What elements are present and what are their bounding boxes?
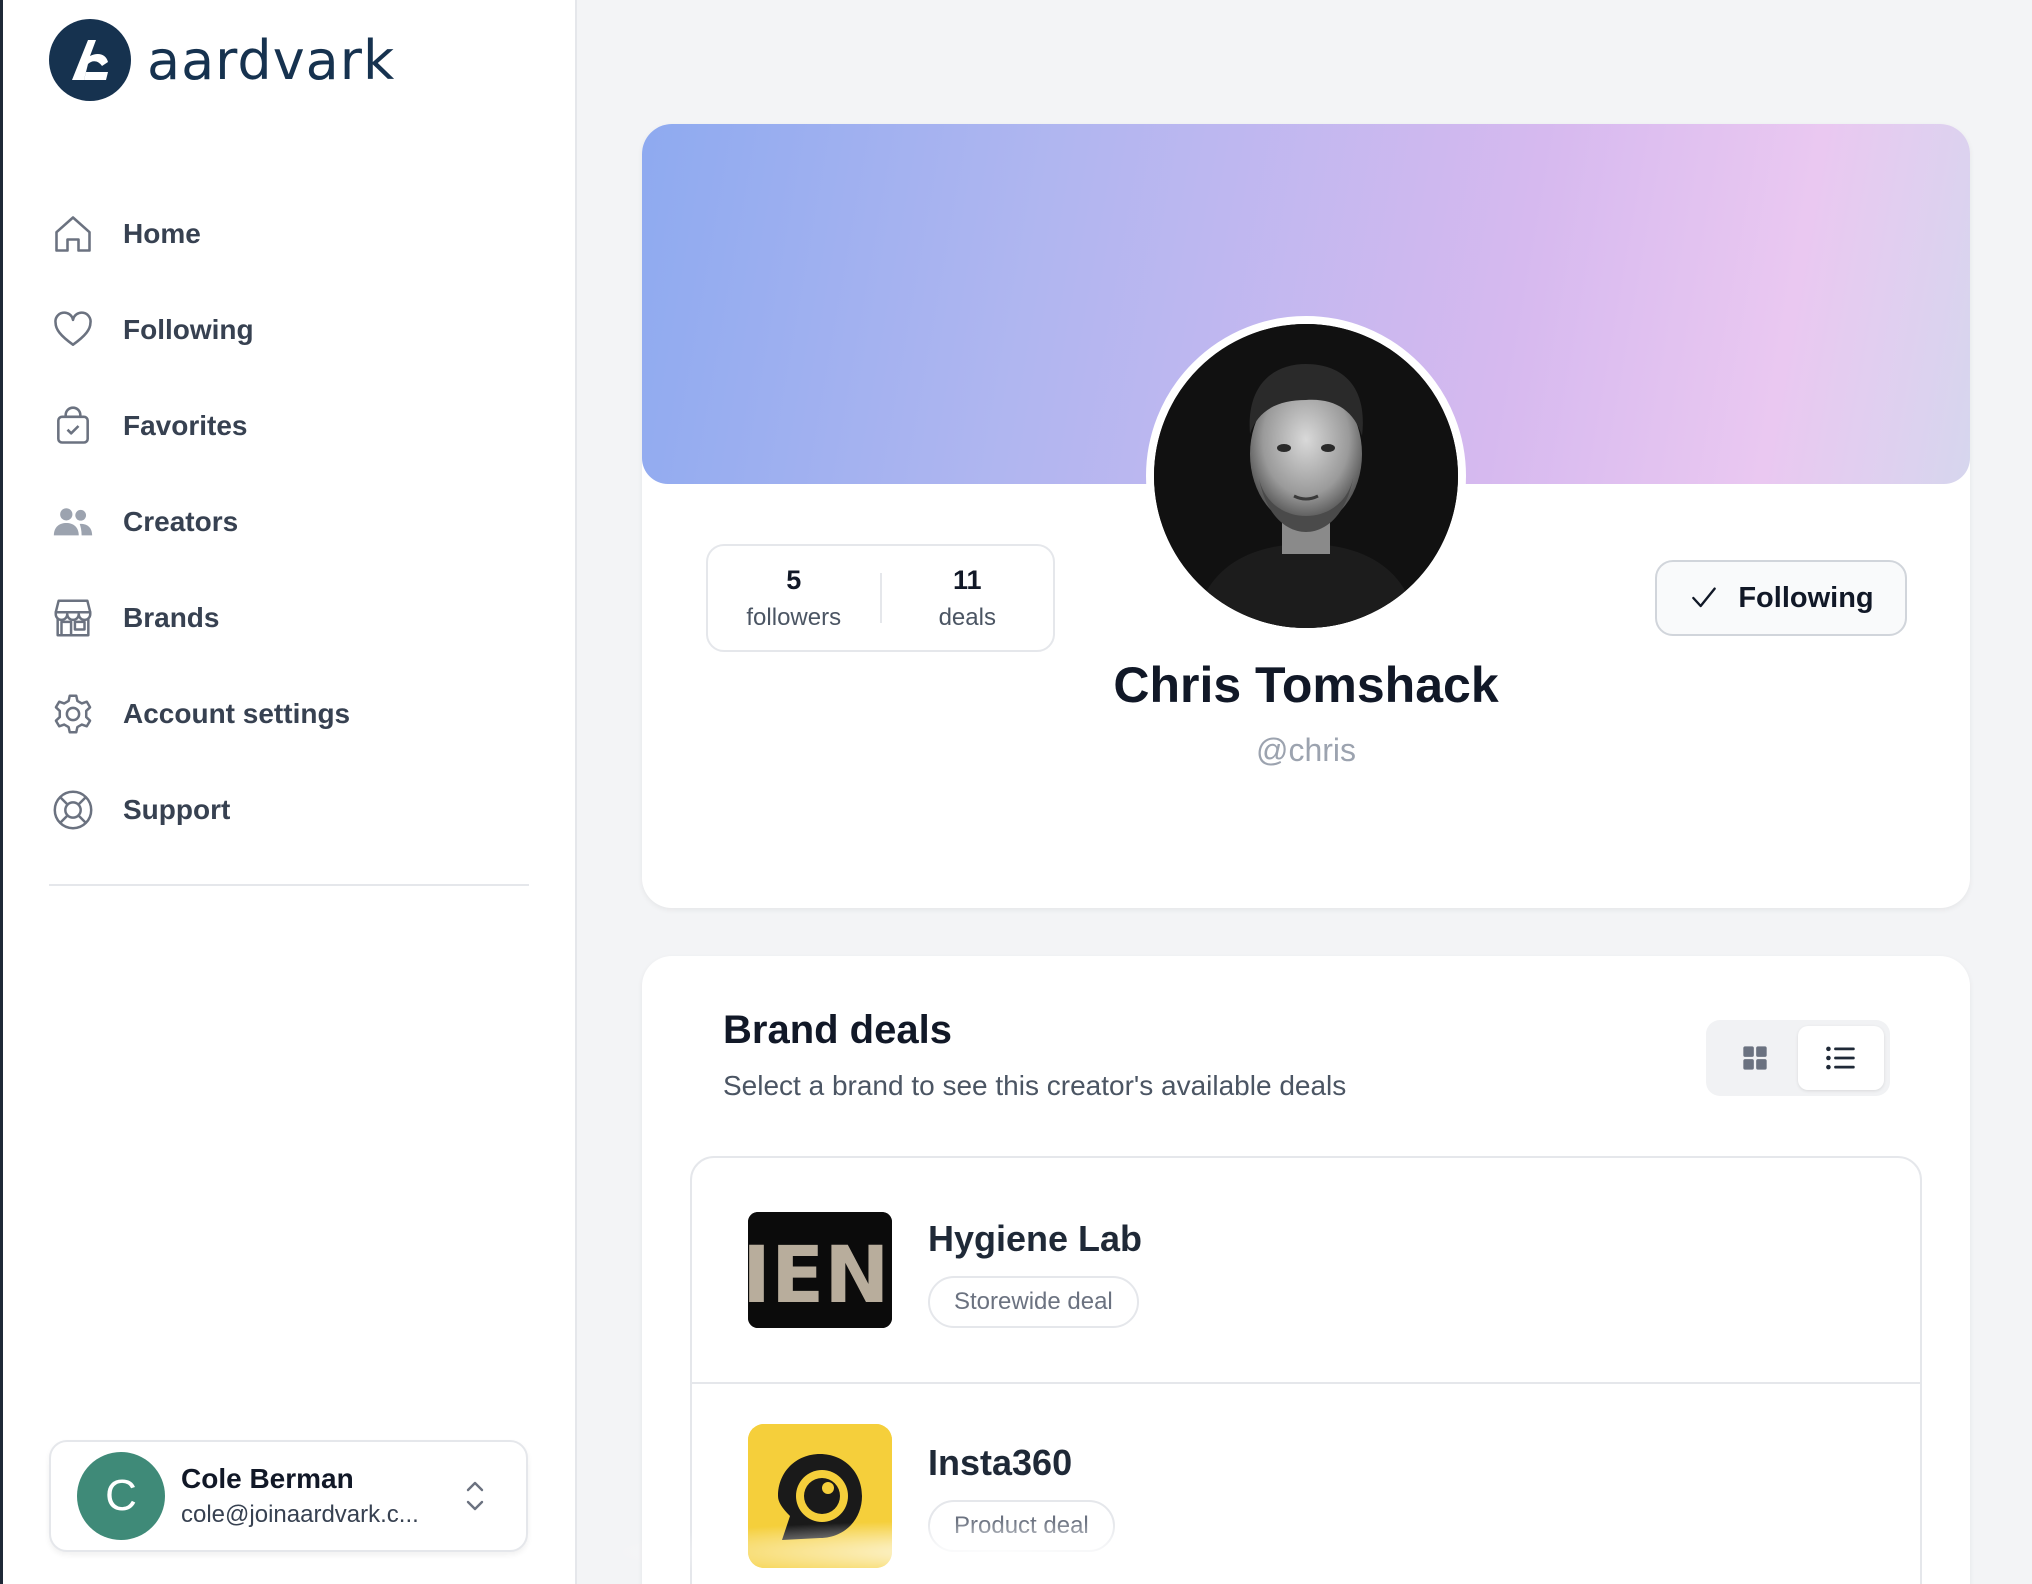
app-logo[interactable]: aardvark [49,19,395,101]
nav-item-account-settings[interactable]: Account settings [49,666,529,762]
home-icon [49,210,97,258]
nav-item-home[interactable]: Home [49,186,529,282]
bag-check-icon [49,402,97,450]
user-email: cole@joinaardvark.c... [181,1501,419,1528]
deals-list: IENE Hygiene Lab Storewide deal Insta360… [690,1156,1922,1584]
profile-handle: @chris [1255,732,1357,768]
profile-stats: 5 followers 11 deals [706,544,1055,652]
nav-label: Favorites [123,410,248,441]
deals-label: deals [938,603,996,631]
brand-logo [748,1424,892,1568]
logo-text: IENE [748,1231,892,1321]
deal-type-badge: Product deal [928,1500,1115,1552]
profile-card: 5 followers 11 deals Chris Tomshack @chr… [642,124,1970,908]
deal-row-insta360[interactable]: Insta360 Product deal [692,1384,1920,1584]
grid-view-button[interactable] [1712,1026,1798,1090]
user-info: Cole Berman cole@joinaardvark.c... [181,1463,441,1529]
nav-item-favorites[interactable]: Favorites [49,378,529,474]
deal-type-badge: Storewide deal [928,1276,1139,1328]
following-button[interactable]: Following [1655,560,1907,636]
brand-name: Insta360 [928,1442,1073,1483]
nav-label: Account settings [123,698,351,729]
account-switcher[interactable]: C Cole Berman cole@joinaardvark.c... [49,1440,528,1552]
profile-avatar [1146,316,1466,636]
user-name: Cole Berman [181,1463,354,1494]
main-nav: Home Following Favorites Creators Brands… [49,186,529,858]
nav-label: Creators [123,506,239,537]
followers-label: followers [746,603,842,631]
users-icon [49,498,97,546]
brand-logo: IENE [748,1212,892,1328]
deals-count: 11 [952,564,982,595]
brand-deals-card: Brand deals Select a brand to see this c… [642,956,1970,1584]
nav-divider [49,884,529,886]
nav-label: Brands [123,602,220,633]
check-icon [1692,587,1717,608]
followers-count: 5 [786,564,802,595]
app-name: aardvark [147,28,396,92]
nav-label: Support [123,794,231,825]
followers-stat[interactable]: 5 followers [708,565,880,632]
deal-row-hygiene-lab[interactable]: IENE Hygiene Lab Storewide deal [692,1158,1920,1384]
heart-icon [49,306,97,354]
chevron-up-down-icon [462,1478,488,1519]
storefront-icon [49,594,97,642]
sidebar: aardvark Home Following Favorites Creato… [0,0,577,1584]
section-title: Brand deals [723,1008,952,1052]
list-view-button[interactable] [1798,1026,1884,1090]
profile-name: Chris Tomshack [1113,657,1499,713]
nav-label: Following [123,314,254,345]
deals-stat[interactable]: 11 deals [882,565,1054,632]
nav-item-brands[interactable]: Brands [49,570,529,666]
nav-label: Home [123,218,201,249]
aardvark-logo-icon [49,19,131,101]
grid-icon [1743,1046,1767,1070]
following-button-label: Following [1738,581,1874,614]
lifebuoy-icon [49,786,97,834]
section-subtitle: Select a brand to see this creator's ava… [723,1070,1347,1101]
nav-item-following[interactable]: Following [49,282,529,378]
list-icon [1826,1046,1855,1070]
nav-item-creators[interactable]: Creators [49,474,529,570]
nav-item-support[interactable]: Support [49,762,529,858]
gear-icon [49,690,97,738]
view-toggle [1706,1020,1890,1096]
window-edge [0,0,3,1584]
brand-name: Hygiene Lab [928,1218,1143,1259]
avatar: C [77,1452,165,1540]
